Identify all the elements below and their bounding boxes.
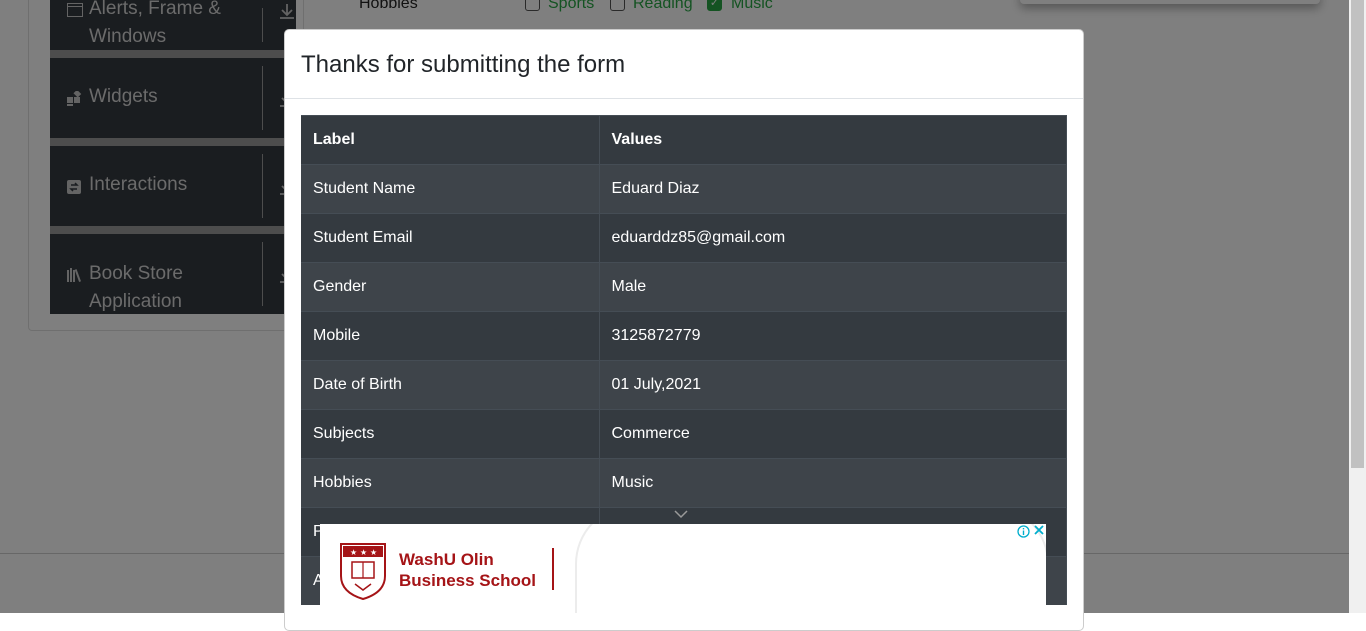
column-header-values: Values — [599, 115, 1067, 165]
ad-banner[interactable]: ★ ★ ★ WashU Olin Business School — [320, 524, 1046, 613]
row-label: Mobile — [301, 311, 600, 361]
row-value: Music — [599, 458, 1067, 508]
row-value: Eduard Diaz — [599, 164, 1067, 214]
row-value: Commerce — [599, 409, 1067, 459]
row-label: Subjects — [301, 409, 600, 459]
ad-school-name: WashU Olin Business School — [399, 549, 536, 591]
table-row: Student Name Eduard Diaz — [301, 164, 1067, 214]
ad-school-line2: Business School — [399, 571, 536, 590]
row-label: Gender — [301, 262, 600, 312]
table-header-row: Label Values — [301, 115, 1067, 165]
ad-background-decoration — [575, 524, 1046, 613]
table-row: Mobile 3125872779 — [301, 311, 1067, 361]
row-label: Student Name — [301, 164, 600, 214]
table-row: Subjects Commerce — [301, 409, 1067, 459]
row-value: Male — [599, 262, 1067, 312]
modal-header: Thanks for submitting the form — [285, 30, 1083, 99]
chevron-down-icon[interactable] — [673, 509, 689, 519]
row-value: 3125872779 — [599, 311, 1067, 361]
table-row: Hobbies Music — [301, 458, 1067, 508]
row-value: eduarddz85@gmail.com — [599, 213, 1067, 263]
info-icon[interactable] — [1017, 525, 1030, 538]
school-crest-logo: ★ ★ ★ — [339, 542, 387, 601]
row-label: Student Email — [301, 213, 600, 263]
close-icon[interactable] — [1032, 524, 1046, 538]
row-value: 01 July,2021 — [599, 360, 1067, 410]
table-row: Student Email eduarddz85@gmail.com — [301, 213, 1067, 263]
row-label: Date of Birth — [301, 360, 600, 410]
row-label: Hobbies — [301, 458, 600, 508]
svg-text:★: ★ — [370, 548, 377, 557]
column-header-label: Label — [301, 115, 600, 165]
scrollbar-thumb[interactable] — [1351, 0, 1364, 468]
modal-title: Thanks for submitting the form — [301, 51, 626, 78]
svg-text:★: ★ — [360, 548, 367, 557]
ad-school-line1: WashU Olin — [399, 550, 494, 569]
svg-text:★: ★ — [350, 548, 357, 557]
table-row: Date of Birth 01 July,2021 — [301, 360, 1067, 410]
table-row: Gender Male — [301, 262, 1067, 312]
ad-divider — [552, 548, 554, 590]
